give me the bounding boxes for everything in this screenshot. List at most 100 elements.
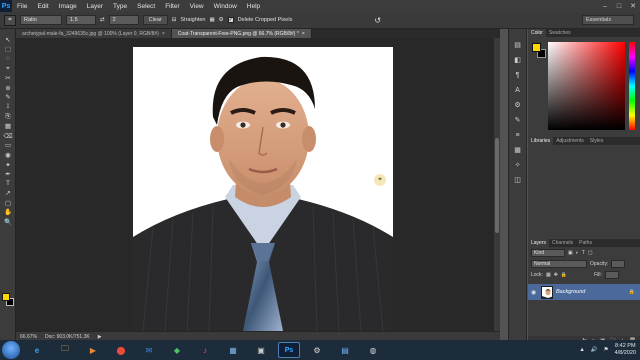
properties-panel-icon[interactable]: ◧	[512, 54, 524, 66]
tab-libraries[interactable]: Libraries	[528, 137, 554, 145]
straighten-icon[interactable]: ⊟	[172, 17, 177, 23]
status-menu-arrow-icon[interactable]: ▶	[98, 334, 102, 340]
brush-tool-icon[interactable]: ⟟	[2, 102, 14, 112]
tray-expand-icon[interactable]: ▲	[579, 347, 584, 353]
type-tool-icon[interactable]: T	[2, 179, 14, 189]
marquee-tool-icon[interactable]: ⬚	[2, 45, 14, 55]
shape-tool-icon[interactable]: ▢	[2, 198, 14, 208]
blend-mode-select[interactable]: Normal	[531, 259, 587, 268]
taskbar-app4-icon[interactable]: ▤	[334, 342, 356, 358]
height-field[interactable]: 2	[108, 15, 139, 25]
close-icon[interactable]: ✕	[626, 0, 640, 12]
character-panel-icon[interactable]: A	[512, 84, 524, 96]
zoom-tool-icon[interactable]: 🔍	[2, 217, 14, 227]
layer-name[interactable]: Background	[556, 289, 585, 295]
taskbar-app-icon[interactable]: ◆	[166, 342, 188, 358]
fill-field[interactable]	[604, 270, 619, 279]
pen-tool-icon[interactable]: ✒	[2, 169, 14, 179]
tab-styles[interactable]: Styles	[587, 137, 607, 145]
hand-tool-icon[interactable]: ✋	[2, 208, 14, 218]
tab-swatches[interactable]: Swatches	[546, 29, 574, 37]
actions-panel-icon[interactable]: ⚙	[512, 99, 524, 111]
paragraph-styles-icon[interactable]: ≡	[512, 129, 524, 141]
ratio-select[interactable]: Ratio	[20, 15, 62, 25]
eraser-tool-icon[interactable]: ⌫	[2, 131, 14, 141]
maximize-icon[interactable]: □	[612, 0, 626, 12]
menu-type[interactable]: Type	[108, 3, 132, 10]
overlay-grid-icon[interactable]: ▦	[209, 17, 214, 23]
taskbar-mail-icon[interactable]: ✉	[138, 342, 160, 358]
menu-view[interactable]: View	[185, 3, 209, 10]
tab-paths[interactable]: Paths	[576, 239, 595, 247]
clone-stamp-tool-icon[interactable]: ⎘	[2, 112, 14, 122]
taskbar-ie-icon[interactable]: e	[26, 342, 48, 358]
minimize-icon[interactable]: –	[598, 0, 612, 12]
start-button[interactable]	[2, 341, 20, 359]
zoom-level[interactable]: 66.67%	[20, 334, 37, 340]
straighten-label[interactable]: Straighten	[180, 17, 205, 23]
tab-archetypal-male[interactable]: archetypal-male-fa_3249635c.jpg @ 100% (…	[16, 29, 172, 38]
taskbar-app5-icon[interactable]: ◍	[362, 342, 384, 358]
swap-icon[interactable]: ⇄	[100, 17, 105, 23]
lasso-tool-icon[interactable]: ◌	[2, 54, 14, 64]
quick-select-tool-icon[interactable]: ⌖	[2, 64, 14, 74]
action-center-icon[interactable]: ⚑	[604, 347, 609, 353]
lock-pixels-icon[interactable]: ▦	[546, 272, 551, 278]
crop-tool-preset-icon[interactable]: ⌗	[4, 14, 16, 26]
hue-slider[interactable]	[629, 42, 635, 130]
taskbar-photoshop-icon[interactable]: Ps	[278, 342, 300, 358]
delete-cropped-checkbox[interactable]: ✓	[227, 17, 234, 23]
menu-image[interactable]: Image	[54, 3, 82, 10]
menu-edit[interactable]: Edit	[32, 3, 53, 10]
image-canvas[interactable]	[133, 47, 393, 331]
layer-row-background[interactable]: ◉ Background 🔒	[528, 284, 640, 300]
blur-tool-icon[interactable]: ◉	[2, 150, 14, 160]
taskbar-music-icon[interactable]: ♪	[194, 342, 216, 358]
tab-layers[interactable]: Layers	[528, 239, 550, 247]
info-panel-icon[interactable]: ▦	[512, 144, 524, 156]
menu-select[interactable]: Select	[132, 3, 160, 10]
width-field[interactable]: 1.5	[66, 15, 96, 25]
dodge-tool-icon[interactable]: ✦	[2, 160, 14, 170]
tab-coat-transparent[interactable]: Coat-Transparent-Free-PNG.png @ 66.7% (R…	[171, 29, 312, 38]
taskbar-chrome-icon[interactable]: ⬤	[110, 342, 132, 358]
foreground-color-chip[interactable]	[532, 43, 541, 52]
history-panel-icon[interactable]: ▤	[512, 39, 524, 51]
healing-tool-icon[interactable]: ✎	[2, 93, 14, 103]
menu-help[interactable]: Help	[242, 3, 265, 10]
filter-pixel-icon[interactable]: ▣	[568, 250, 573, 256]
workspace-select[interactable]: Essentials	[582, 15, 634, 25]
reset-icon[interactable]: ↺	[374, 16, 381, 25]
paragraph-panel-icon[interactable]: ¶	[512, 69, 524, 81]
menu-file[interactable]: File	[12, 3, 32, 10]
opacity-field[interactable]	[611, 259, 626, 268]
tab-close-icon[interactable]: ×	[162, 31, 165, 37]
tab-channels[interactable]: Channels	[549, 239, 576, 247]
filter-adjust-icon[interactable]: ◐	[576, 250, 579, 256]
taskbar-media-icon[interactable]: ▶	[82, 342, 104, 358]
taskbar-app3-icon[interactable]: ▣	[250, 342, 272, 358]
clock[interactable]: 8:42 PM 4/8/2020	[615, 343, 636, 357]
settings-gear-icon[interactable]: ⚙	[219, 17, 224, 23]
history-brush-tool-icon[interactable]: ▦	[2, 121, 14, 131]
tab-color[interactable]: Color	[528, 29, 546, 37]
tab-adjustments[interactable]: Adjustments	[553, 137, 587, 145]
color-picker-field[interactable]	[548, 42, 625, 130]
clear-button[interactable]: Clear	[142, 15, 168, 25]
photoshop-logo[interactable]: Ps	[0, 0, 12, 12]
lock-position-icon[interactable]: ✥	[554, 272, 558, 278]
path-select-tool-icon[interactable]: ↗	[2, 189, 14, 199]
tab-close-icon[interactable]: ×	[302, 31, 305, 37]
filter-shape-icon[interactable]: ▢	[588, 250, 593, 256]
filter-kind-select[interactable]: Kind	[531, 248, 565, 257]
eyedropper-tool-icon[interactable]: ⊕	[2, 83, 14, 93]
filter-type-icon[interactable]: T	[582, 250, 585, 256]
volume-icon[interactable]: 🔊	[591, 347, 598, 353]
navigator-panel-icon[interactable]: ◫	[512, 174, 524, 186]
vertical-scrollbar[interactable]	[494, 38, 500, 331]
taskbar-settings-icon[interactable]: ⚙	[306, 342, 328, 358]
menu-filter[interactable]: Filter	[160, 3, 184, 10]
scrollbar-thumb[interactable]	[495, 138, 499, 233]
crop-tool-icon[interactable]: ✂	[2, 73, 14, 83]
foreground-color-swatch[interactable]	[2, 293, 10, 301]
